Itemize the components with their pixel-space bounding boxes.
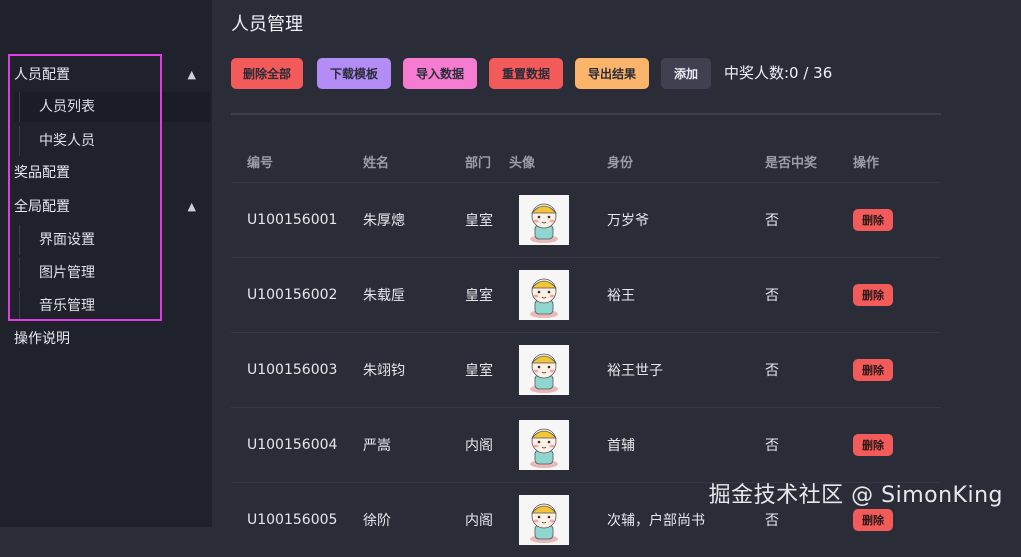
column-header: 编号 <box>231 140 347 183</box>
cell-name: 朱厚熜 <box>347 183 449 258</box>
column-header: 姓名 <box>347 140 449 183</box>
cartoon-avatar-icon <box>519 495 569 545</box>
sidebar-item-personnel-list[interactable]: 人员列表 <box>14 92 210 122</box>
winner-count: 中奖人数:0 / 36 <box>724 62 832 83</box>
cartoon-avatar-icon <box>519 270 569 320</box>
download-template-button[interactable]: 下载模板 <box>317 58 391 89</box>
sidebar-item-winners[interactable]: 中奖人员 <box>14 126 210 156</box>
cell-winner: 否 <box>749 408 837 483</box>
cell-id: U100156005 <box>231 483 347 557</box>
cell-department: 皇室 <box>449 183 509 258</box>
menu-group-label: 人员配置 <box>14 67 70 83</box>
import-data-button[interactable]: 导入数据 <box>403 58 477 89</box>
cell-actions: 删除 <box>837 183 941 258</box>
cell-id: U100156003 <box>231 333 347 408</box>
cell-department: 内阁 <box>449 408 509 483</box>
watermark: 掘金技术社区 @ SimonKing <box>709 477 1003 509</box>
cell-avatar <box>509 483 591 557</box>
menu-group-global-config[interactable]: 全局配置 ▲ <box>14 192 204 222</box>
column-header: 部门 <box>449 140 509 183</box>
cell-avatar <box>509 333 591 408</box>
column-header: 身份 <box>591 140 749 183</box>
page-title: 人员管理 <box>231 10 303 36</box>
delete-all-button[interactable]: 删除全部 <box>231 58 303 89</box>
delete-row-button[interactable]: 删除 <box>853 359 893 381</box>
add-button[interactable]: 添加 <box>661 58 711 89</box>
menu-group-label: 全局配置 <box>14 199 70 215</box>
reset-data-button[interactable]: 重置数据 <box>489 58 563 89</box>
chevron-up-icon: ▲ <box>188 192 196 222</box>
delete-row-button[interactable]: 删除 <box>853 209 893 231</box>
cartoon-avatar-icon <box>519 420 569 470</box>
cell-identity: 首辅 <box>591 408 749 483</box>
cell-department: 内阁 <box>449 483 509 557</box>
sidebar-item-label: 人员列表 <box>39 92 95 122</box>
cell-actions: 删除 <box>837 258 941 333</box>
sidebar-item-label: 中奖人员 <box>39 126 95 156</box>
sidebar-item-label: 图片管理 <box>39 258 95 288</box>
cell-winner: 否 <box>749 258 837 333</box>
cell-avatar <box>509 258 591 333</box>
delete-row-button[interactable]: 删除 <box>853 509 893 531</box>
cartoon-avatar-icon <box>519 345 569 395</box>
divider <box>231 113 941 115</box>
cartoon-avatar-icon <box>519 195 569 245</box>
cell-avatar <box>509 183 591 258</box>
sidebar-item-label: 界面设置 <box>39 225 95 255</box>
menu-group-label: 奖品配置 <box>14 165 70 181</box>
cell-department: 皇室 <box>449 333 509 408</box>
column-header: 头像 <box>509 140 591 183</box>
cell-name: 朱载垕 <box>347 258 449 333</box>
table-row: U100156003朱翊钧皇室 裕王世子否删除 <box>231 333 941 408</box>
cell-actions: 删除 <box>837 333 941 408</box>
table-header-row: 编号 姓名 部门 头像 身份 是否中奖 操作 <box>231 140 941 183</box>
cell-id: U100156001 <box>231 183 347 258</box>
menu-group-prize-config[interactable]: 奖品配置 <box>14 158 204 188</box>
column-header: 操作 <box>837 140 941 183</box>
sidebar: 人员配置 ▲ 人员列表 中奖人员 奖品配置 全局配置 ▲ 界面设置 图片管理 音… <box>0 0 212 527</box>
cell-identity: 裕王 <box>591 258 749 333</box>
cell-department: 皇室 <box>449 258 509 333</box>
menu-group-label: 操作说明 <box>14 331 70 347</box>
sidebar-item-image-management[interactable]: 图片管理 <box>14 258 210 288</box>
delete-row-button[interactable]: 删除 <box>853 434 893 456</box>
table-row: U100156004严嵩内阁 首辅否删除 <box>231 408 941 483</box>
cell-identity: 万岁爷 <box>591 183 749 258</box>
cell-id: U100156002 <box>231 258 347 333</box>
sidebar-header-space <box>0 0 212 52</box>
table-row: U100156001朱厚熜皇室 万岁爷否删除 <box>231 183 941 258</box>
cell-winner: 否 <box>749 183 837 258</box>
cell-id: U100156004 <box>231 408 347 483</box>
cell-winner: 否 <box>749 333 837 408</box>
table-row: U100156002朱载垕皇室 裕王否删除 <box>231 258 941 333</box>
cell-name: 严嵩 <box>347 408 449 483</box>
delete-row-button[interactable]: 删除 <box>853 284 893 306</box>
menu-item-instructions[interactable]: 操作说明 <box>14 324 204 354</box>
cell-actions: 删除 <box>837 408 941 483</box>
sidebar-item-label: 音乐管理 <box>39 291 95 321</box>
column-header: 是否中奖 <box>749 140 837 183</box>
sidebar-item-ui-settings[interactable]: 界面设置 <box>14 225 210 255</box>
chevron-up-icon: ▲ <box>188 60 196 90</box>
export-results-button[interactable]: 导出结果 <box>575 58 649 89</box>
cell-name: 徐阶 <box>347 483 449 557</box>
sidebar-item-music-management[interactable]: 音乐管理 <box>14 291 210 321</box>
cell-avatar <box>509 408 591 483</box>
menu-group-personnel-config[interactable]: 人员配置 ▲ <box>14 60 204 90</box>
cell-name: 朱翊钧 <box>347 333 449 408</box>
cell-identity: 裕王世子 <box>591 333 749 408</box>
